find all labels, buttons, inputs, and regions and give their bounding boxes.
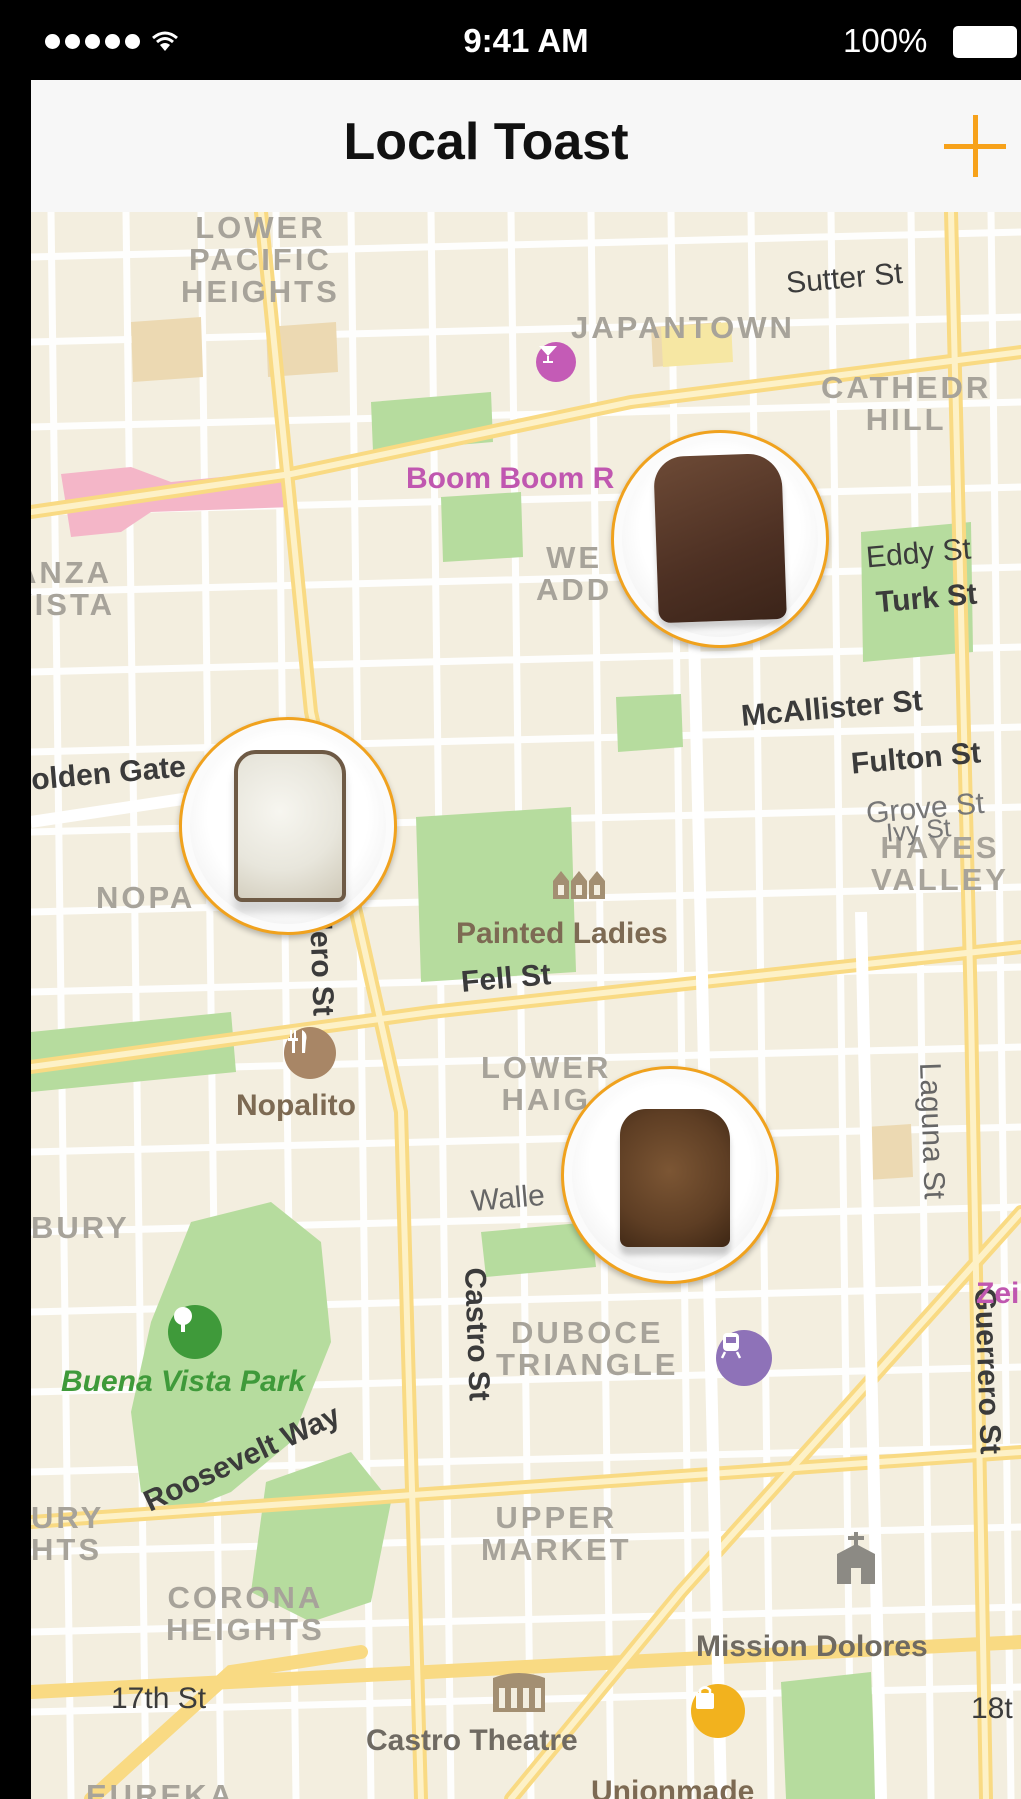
poi-label-unionmade[interactable]: Unionmade (591, 1775, 754, 1799)
toast-image-cinnamon (620, 1109, 730, 1247)
street-label-waller: Walle (469, 1178, 547, 1219)
area-label-ashbury-heights: URY HTS (31, 1500, 105, 1567)
cocktail-icon[interactable] (536, 342, 576, 382)
area-label-ashbury: BURY (31, 1210, 130, 1245)
train-icon[interactable] (716, 1330, 772, 1386)
street-label-ivy: Ivy St (884, 812, 953, 848)
church-icon[interactable] (831, 1532, 881, 1586)
poi-label-boom-boom-room[interactable]: Boom Boom R (406, 462, 614, 496)
street-label-18th: 18t (971, 1692, 1013, 1725)
area-label-anza-vista: ANZAVISTA (31, 555, 115, 622)
restaurant-icon[interactable] (284, 1027, 336, 1079)
poi-label-nopalito[interactable]: Nopalito (236, 1089, 356, 1123)
street-label-17th: 17th St (111, 1682, 207, 1715)
status-bar: 9:41 AM 100% (31, 0, 1021, 80)
poi-label-castro-theatre[interactable]: Castro Theatre (366, 1724, 578, 1758)
landmark-icon[interactable] (551, 867, 607, 901)
poi-label-painted-ladies[interactable]: Painted Ladies (456, 917, 668, 951)
area-label-upper-market: UPPER MARKET (481, 1500, 632, 1567)
area-label-duboce-triangle: DUBOCE TRIANGLE (496, 1315, 679, 1382)
poi-label-mission-dolores[interactable]: Mission Dolores (696, 1630, 928, 1664)
poi-label-zeitgeist[interactable]: Zei (976, 1277, 1019, 1311)
street-label-guerrero: Guerrero St (968, 1287, 1007, 1455)
area-label-japantown: JAPANTOWN (571, 310, 795, 345)
toast-pin-ricotta[interactable] (179, 717, 397, 935)
toast-image-chocolate (653, 452, 787, 624)
navigation-bar: Local Toast (31, 80, 1021, 213)
street-label-castro: Castro St (458, 1267, 496, 1402)
battery-icon (953, 26, 1017, 58)
phone-screen: 9:41 AM 100% Local Toast LOWER PACIFIC H… (31, 0, 1021, 1799)
area-label-cathedral-hill: CATHEDR HILL (821, 370, 992, 437)
toast-image-ricotta (234, 750, 346, 902)
battery-percentage: 100% (843, 22, 928, 59)
tree-icon[interactable] (168, 1305, 222, 1359)
page-title: Local Toast (343, 113, 629, 171)
area-label-eureka: EUREKA (86, 1778, 235, 1799)
map-view[interactable]: LOWER PACIFIC HEIGHTS JAPANTOWN CATHEDR HIL… (31, 212, 1021, 1799)
theatre-icon[interactable] (489, 1672, 549, 1714)
area-label-corona-heights: CORONA HEIGHTS (166, 1580, 325, 1647)
toast-pin-cinnamon[interactable] (561, 1066, 779, 1284)
poi-label-buena-vista-park[interactable]: Buena Vista Park (61, 1365, 305, 1399)
shopping-bag-icon[interactable] (691, 1684, 745, 1738)
street-label-laguna: Laguna St (913, 1062, 951, 1200)
add-toast-button[interactable] (935, 100, 1015, 190)
area-label-nopa: NOPA (96, 880, 196, 915)
area-label-lower-pacific-heights: LOWER PACIFIC HEIGHTS (181, 212, 340, 309)
plus-icon (944, 115, 1006, 177)
area-label-western-addition: WE ADD (536, 540, 613, 607)
toast-pin-chocolate[interactable] (611, 430, 829, 648)
